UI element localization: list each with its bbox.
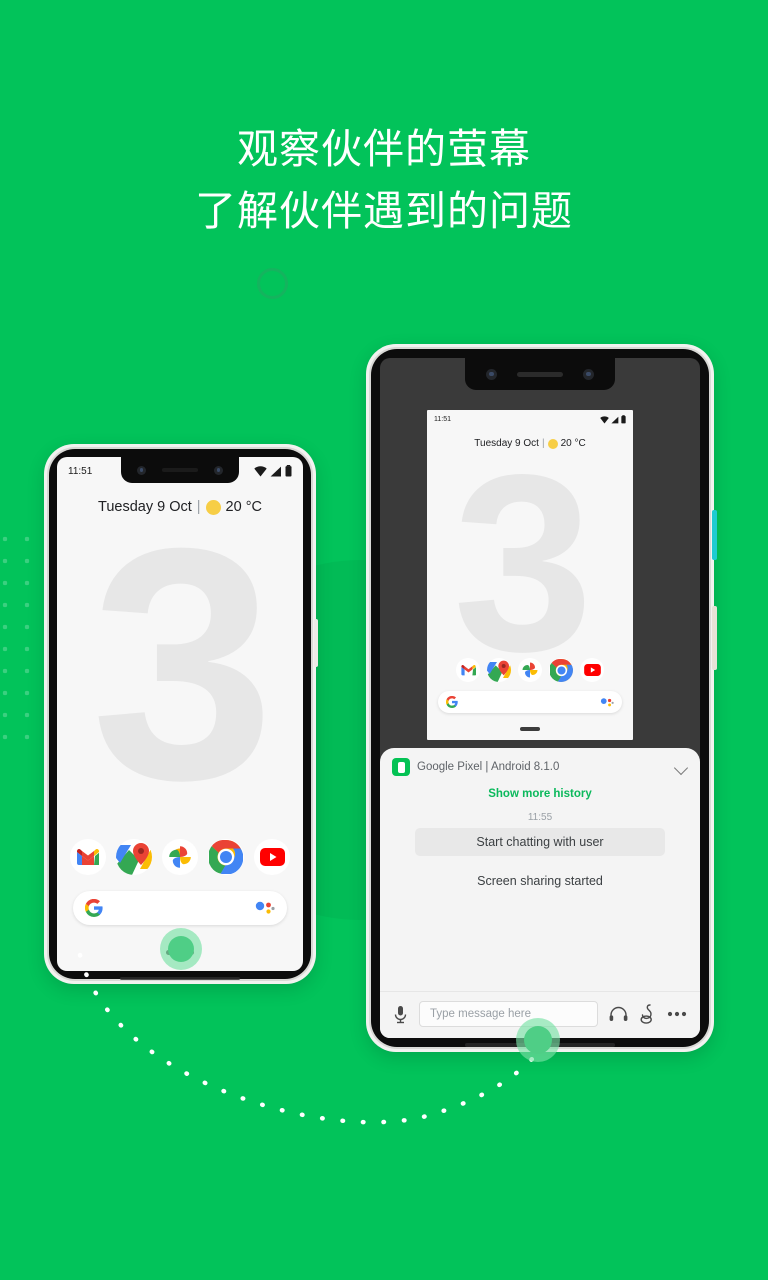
right-phone-volume-button[interactable] bbox=[712, 606, 717, 670]
status-time: 11:51 bbox=[434, 416, 451, 423]
left-phone-screen: 11:51 3 Tuesday 9 Oct | 20 °C bbox=[57, 457, 303, 971]
chat-panel-header[interactable]: Google Pixel | Android 8.1.0 bbox=[380, 748, 700, 784]
earpiece-speaker bbox=[517, 371, 563, 377]
sun-icon bbox=[205, 499, 221, 515]
left-phone-power-button[interactable] bbox=[314, 619, 318, 667]
chevron-down-icon[interactable] bbox=[675, 761, 688, 774]
photos-icon[interactable] bbox=[162, 839, 198, 875]
google-g-icon bbox=[85, 899, 103, 917]
status-icon-group bbox=[600, 415, 626, 424]
front-camera-left-icon bbox=[486, 368, 497, 380]
widget-temperature: 20 °C bbox=[225, 499, 262, 515]
widget-separator: | bbox=[196, 499, 201, 515]
google-search-bar[interactable] bbox=[438, 691, 622, 713]
front-camera-right-icon bbox=[583, 368, 594, 380]
gmail-icon[interactable] bbox=[456, 658, 480, 682]
promo-screenshot: 观察伙伴的萤幕 了解伙伴遇到的问题 11:51 3 Tuesday 9 Oct … bbox=[0, 0, 768, 1280]
app-dock bbox=[427, 658, 633, 682]
device-phone-icon bbox=[392, 758, 410, 776]
signal-icon bbox=[611, 416, 619, 423]
headset-icon[interactable] bbox=[609, 1006, 628, 1023]
connection-marker-left bbox=[160, 928, 202, 970]
widget-separator: | bbox=[541, 438, 545, 449]
chat-panel: Google Pixel | Android 8.1.0 Show more h… bbox=[380, 748, 700, 1038]
wallpaper-digit: 3 bbox=[453, 423, 594, 704]
microphone-icon[interactable] bbox=[393, 1005, 408, 1024]
google-assistant-icon[interactable] bbox=[599, 697, 614, 708]
left-status-bar: 11:51 bbox=[57, 457, 303, 477]
ring-decoration bbox=[257, 268, 288, 299]
right-phone-screen: 11:51 3 Tuesday 9 Oct | 20 °C Google Pix… bbox=[380, 358, 700, 1038]
gmail-icon[interactable] bbox=[70, 839, 106, 875]
signal-icon bbox=[270, 466, 281, 476]
date-weather-widget: Tuesday 9 Oct | 20 °C bbox=[427, 438, 633, 449]
right-phone-notch bbox=[465, 358, 615, 390]
google-assistant-icon[interactable] bbox=[253, 900, 275, 916]
more-options-icon[interactable] bbox=[667, 1011, 687, 1017]
app-dock bbox=[57, 839, 303, 875]
maps-icon[interactable] bbox=[487, 658, 511, 682]
device-title: Google Pixel | Android 8.1.0 bbox=[417, 761, 560, 773]
wifi-icon bbox=[600, 415, 609, 423]
right-phone-power-button[interactable] bbox=[712, 510, 717, 560]
chat-bubble[interactable]: Start chatting with user bbox=[415, 828, 665, 856]
connection-marker-right bbox=[516, 1018, 560, 1062]
photos-icon[interactable] bbox=[518, 658, 542, 682]
sun-icon bbox=[547, 438, 558, 449]
youtube-icon[interactable] bbox=[580, 658, 604, 682]
wifi-icon bbox=[254, 465, 267, 476]
chrome-icon[interactable] bbox=[549, 658, 573, 682]
widget-date: Tuesday 9 Oct bbox=[98, 499, 192, 515]
google-g-icon bbox=[446, 696, 458, 708]
maps-icon[interactable] bbox=[116, 839, 152, 875]
mirror-status-bar: 11:51 bbox=[427, 410, 633, 424]
widget-date: Tuesday 9 Oct bbox=[474, 438, 539, 449]
system-message: Screen sharing started bbox=[477, 874, 603, 888]
battery-icon bbox=[621, 415, 626, 424]
chrome-icon[interactable] bbox=[208, 839, 244, 875]
left-phone: 11:51 3 Tuesday 9 Oct | 20 °C bbox=[44, 444, 318, 984]
page-title: 观察伙伴的萤幕 了解伙伴遇到的问题 bbox=[195, 126, 573, 234]
google-search-bar[interactable] bbox=[73, 891, 287, 925]
right-phone: 11:51 3 Tuesday 9 Oct | 20 °C Google Pix… bbox=[366, 344, 717, 1052]
status-icon-group bbox=[254, 465, 292, 477]
date-weather-widget: Tuesday 9 Oct | 20 °C bbox=[57, 499, 303, 515]
youtube-icon[interactable] bbox=[254, 839, 290, 875]
battery-icon bbox=[285, 465, 292, 477]
status-time: 11:51 bbox=[68, 465, 93, 477]
message-input[interactable]: Type message here bbox=[419, 1001, 598, 1027]
show-more-history-link[interactable]: Show more history bbox=[380, 784, 700, 812]
gesture-hand-icon[interactable] bbox=[639, 1004, 656, 1024]
mirrored-remote-screen: 11:51 3 Tuesday 9 Oct | 20 °C bbox=[427, 410, 633, 740]
widget-temperature: 20 °C bbox=[560, 438, 586, 449]
message-timestamp: 11:55 bbox=[527, 812, 553, 823]
home-indicator[interactable] bbox=[520, 727, 540, 731]
wallpaper-digit: 3 bbox=[91, 479, 275, 848]
